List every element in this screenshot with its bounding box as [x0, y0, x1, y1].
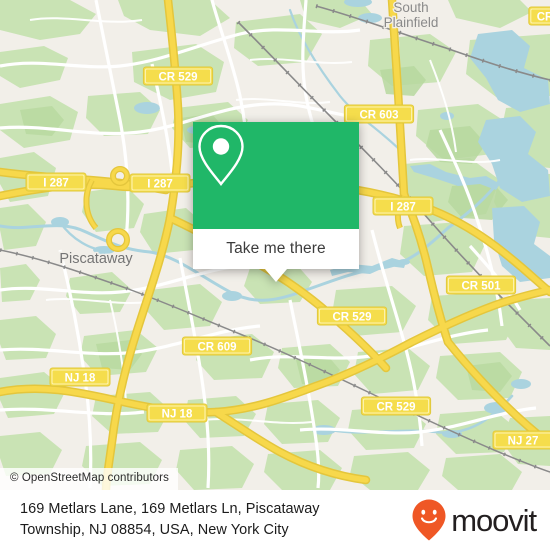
take-me-there-label[interactable]: Take me there [193, 229, 359, 269]
address-line-1: 169 Metlars Lane, 169 Metlars Ln, Piscat… [20, 501, 320, 517]
address-line-2: Township, NJ 08854, USA, New York City [20, 522, 289, 538]
osm-attribution[interactable]: © OpenStreetMap contributors [0, 468, 178, 490]
popup-image-area [193, 122, 359, 229]
moovit-wordmark: moovit [451, 502, 537, 538]
footer-bar: 169 Metlars Lane, 169 Metlars Ln, Piscat… [0, 490, 550, 550]
popup-pointer-tail [265, 269, 287, 282]
map-pin-icon [198, 124, 244, 186]
moovit-logo[interactable]: moovit [411, 498, 537, 542]
address-text: 169 Metlars Lane, 169 Metlars Ln, Piscat… [20, 499, 320, 541]
moovit-pin-icon [412, 499, 446, 541]
moovit-map-screenshot: South Plainfield Piscataway CR 529 CR 603… [0, 0, 550, 550]
map-canvas[interactable]: South Plainfield Piscataway CR 529 CR 603… [0, 0, 550, 490]
location-popup-card[interactable]: Take me there [193, 122, 359, 282]
